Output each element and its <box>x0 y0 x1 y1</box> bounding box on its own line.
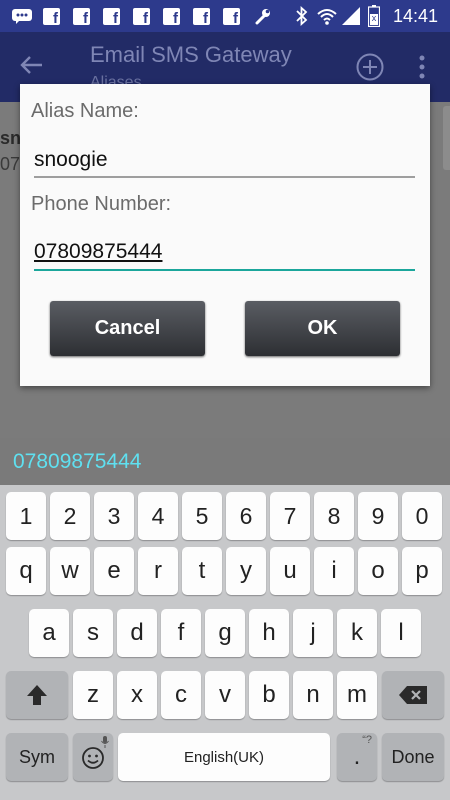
key-7[interactable]: 7 <box>270 492 310 540</box>
messages-icon <box>12 9 32 24</box>
key-s[interactable]: s <box>73 609 113 657</box>
key-e[interactable]: e <box>94 547 134 595</box>
shift-key[interactable] <box>6 671 68 719</box>
facebook-icon <box>43 8 60 27</box>
list-item-peek-number: 07 <box>0 154 21 174</box>
bluetooth-icon <box>296 5 308 27</box>
key-q[interactable]: q <box>6 547 46 595</box>
key-h[interactable]: h <box>249 609 289 657</box>
cancel-button[interactable]: Cancel <box>50 301 205 356</box>
clock: 14:41 <box>392 6 438 26</box>
key-k[interactable]: k <box>337 609 377 657</box>
key-l[interactable]: l <box>381 609 421 657</box>
scrollbar <box>443 106 450 170</box>
key-9[interactable]: 9 <box>358 492 398 540</box>
overflow-menu-icon[interactable] <box>418 54 426 80</box>
space-bar[interactable]: English(UK) <box>118 733 330 781</box>
key-y[interactable]: y <box>226 547 266 595</box>
key-o[interactable]: o <box>358 547 398 595</box>
backspace-key[interactable] <box>382 671 444 719</box>
key-w[interactable]: w <box>50 547 90 595</box>
keyboard-suggestion-bar: 07809875444 <box>0 438 450 485</box>
alias-name-underline <box>34 176 415 178</box>
emoji-key[interactable] <box>73 733 113 781</box>
key-j[interactable]: j <box>293 609 333 657</box>
key-0[interactable]: 0 <box>402 492 442 540</box>
back-arrow-icon[interactable] <box>18 52 44 78</box>
key-a[interactable]: a <box>29 609 69 657</box>
key-v[interactable]: v <box>205 671 245 719</box>
alias-name-label: Alias Name: <box>31 100 139 122</box>
phone-number-input[interactable] <box>34 234 415 270</box>
facebook-icon <box>163 8 180 27</box>
emoji-face-icon <box>82 747 104 769</box>
phone-number-underline <box>34 269 415 271</box>
key-t[interactable]: t <box>182 547 222 595</box>
key-1[interactable]: 1 <box>6 492 46 540</box>
facebook-icon <box>223 8 240 27</box>
battery-icon: x <box>367 5 381 28</box>
facebook-icon <box>133 8 150 27</box>
key-c[interactable]: c <box>161 671 201 719</box>
wifi-icon <box>317 6 337 26</box>
key-b[interactable]: b <box>249 671 289 719</box>
key-5[interactable]: 5 <box>182 492 222 540</box>
key-x[interactable]: x <box>117 671 157 719</box>
phone-number-label: Phone Number: <box>31 193 172 215</box>
key-f[interactable]: f <box>161 609 201 657</box>
facebook-icon <box>73 8 90 27</box>
facebook-icon <box>193 8 210 27</box>
key-z[interactable]: z <box>73 671 113 719</box>
period-key[interactable]: . “? <box>337 733 377 781</box>
sym-key[interactable]: Sym <box>6 733 68 781</box>
alias-name-input[interactable] <box>34 142 415 178</box>
signal-icon <box>342 7 360 25</box>
shift-arrow-icon <box>27 685 47 705</box>
key-g[interactable]: g <box>205 609 245 657</box>
done-key[interactable]: Done <box>382 733 444 781</box>
punctuation-hint-icon: “? <box>362 734 372 746</box>
key-m[interactable]: m <box>337 671 377 719</box>
svg-text:x: x <box>372 13 377 23</box>
backspace-icon <box>399 686 427 704</box>
key-6[interactable]: 6 <box>226 492 266 540</box>
suggestion-item[interactable]: 07809875444 <box>13 450 141 474</box>
microphone-icon <box>101 736 109 748</box>
edit-alias-dialog: Alias Name: Phone Number: Cancel OK <box>20 84 430 386</box>
key-4[interactable]: 4 <box>138 492 178 540</box>
wrench-icon <box>254 8 271 25</box>
status-bar: x 14:41 <box>0 0 450 32</box>
ok-button[interactable]: OK <box>245 301 400 356</box>
key-n[interactable]: n <box>293 671 333 719</box>
key-8[interactable]: 8 <box>314 492 354 540</box>
key-3[interactable]: 3 <box>94 492 134 540</box>
key-p[interactable]: p <box>402 547 442 595</box>
keyboard: 1 2 3 4 5 6 7 8 9 0 q w e r t y u i o p … <box>0 485 450 800</box>
key-i[interactable]: i <box>314 547 354 595</box>
key-u[interactable]: u <box>270 547 310 595</box>
key-d[interactable]: d <box>117 609 157 657</box>
add-alias-icon[interactable] <box>356 53 384 81</box>
facebook-icon <box>103 8 120 27</box>
key-r[interactable]: r <box>138 547 178 595</box>
app-title: Email SMS Gateway <box>90 42 292 67</box>
period-label: . <box>353 743 361 770</box>
key-2[interactable]: 2 <box>50 492 90 540</box>
list-item-peek-name: sn <box>0 128 22 148</box>
